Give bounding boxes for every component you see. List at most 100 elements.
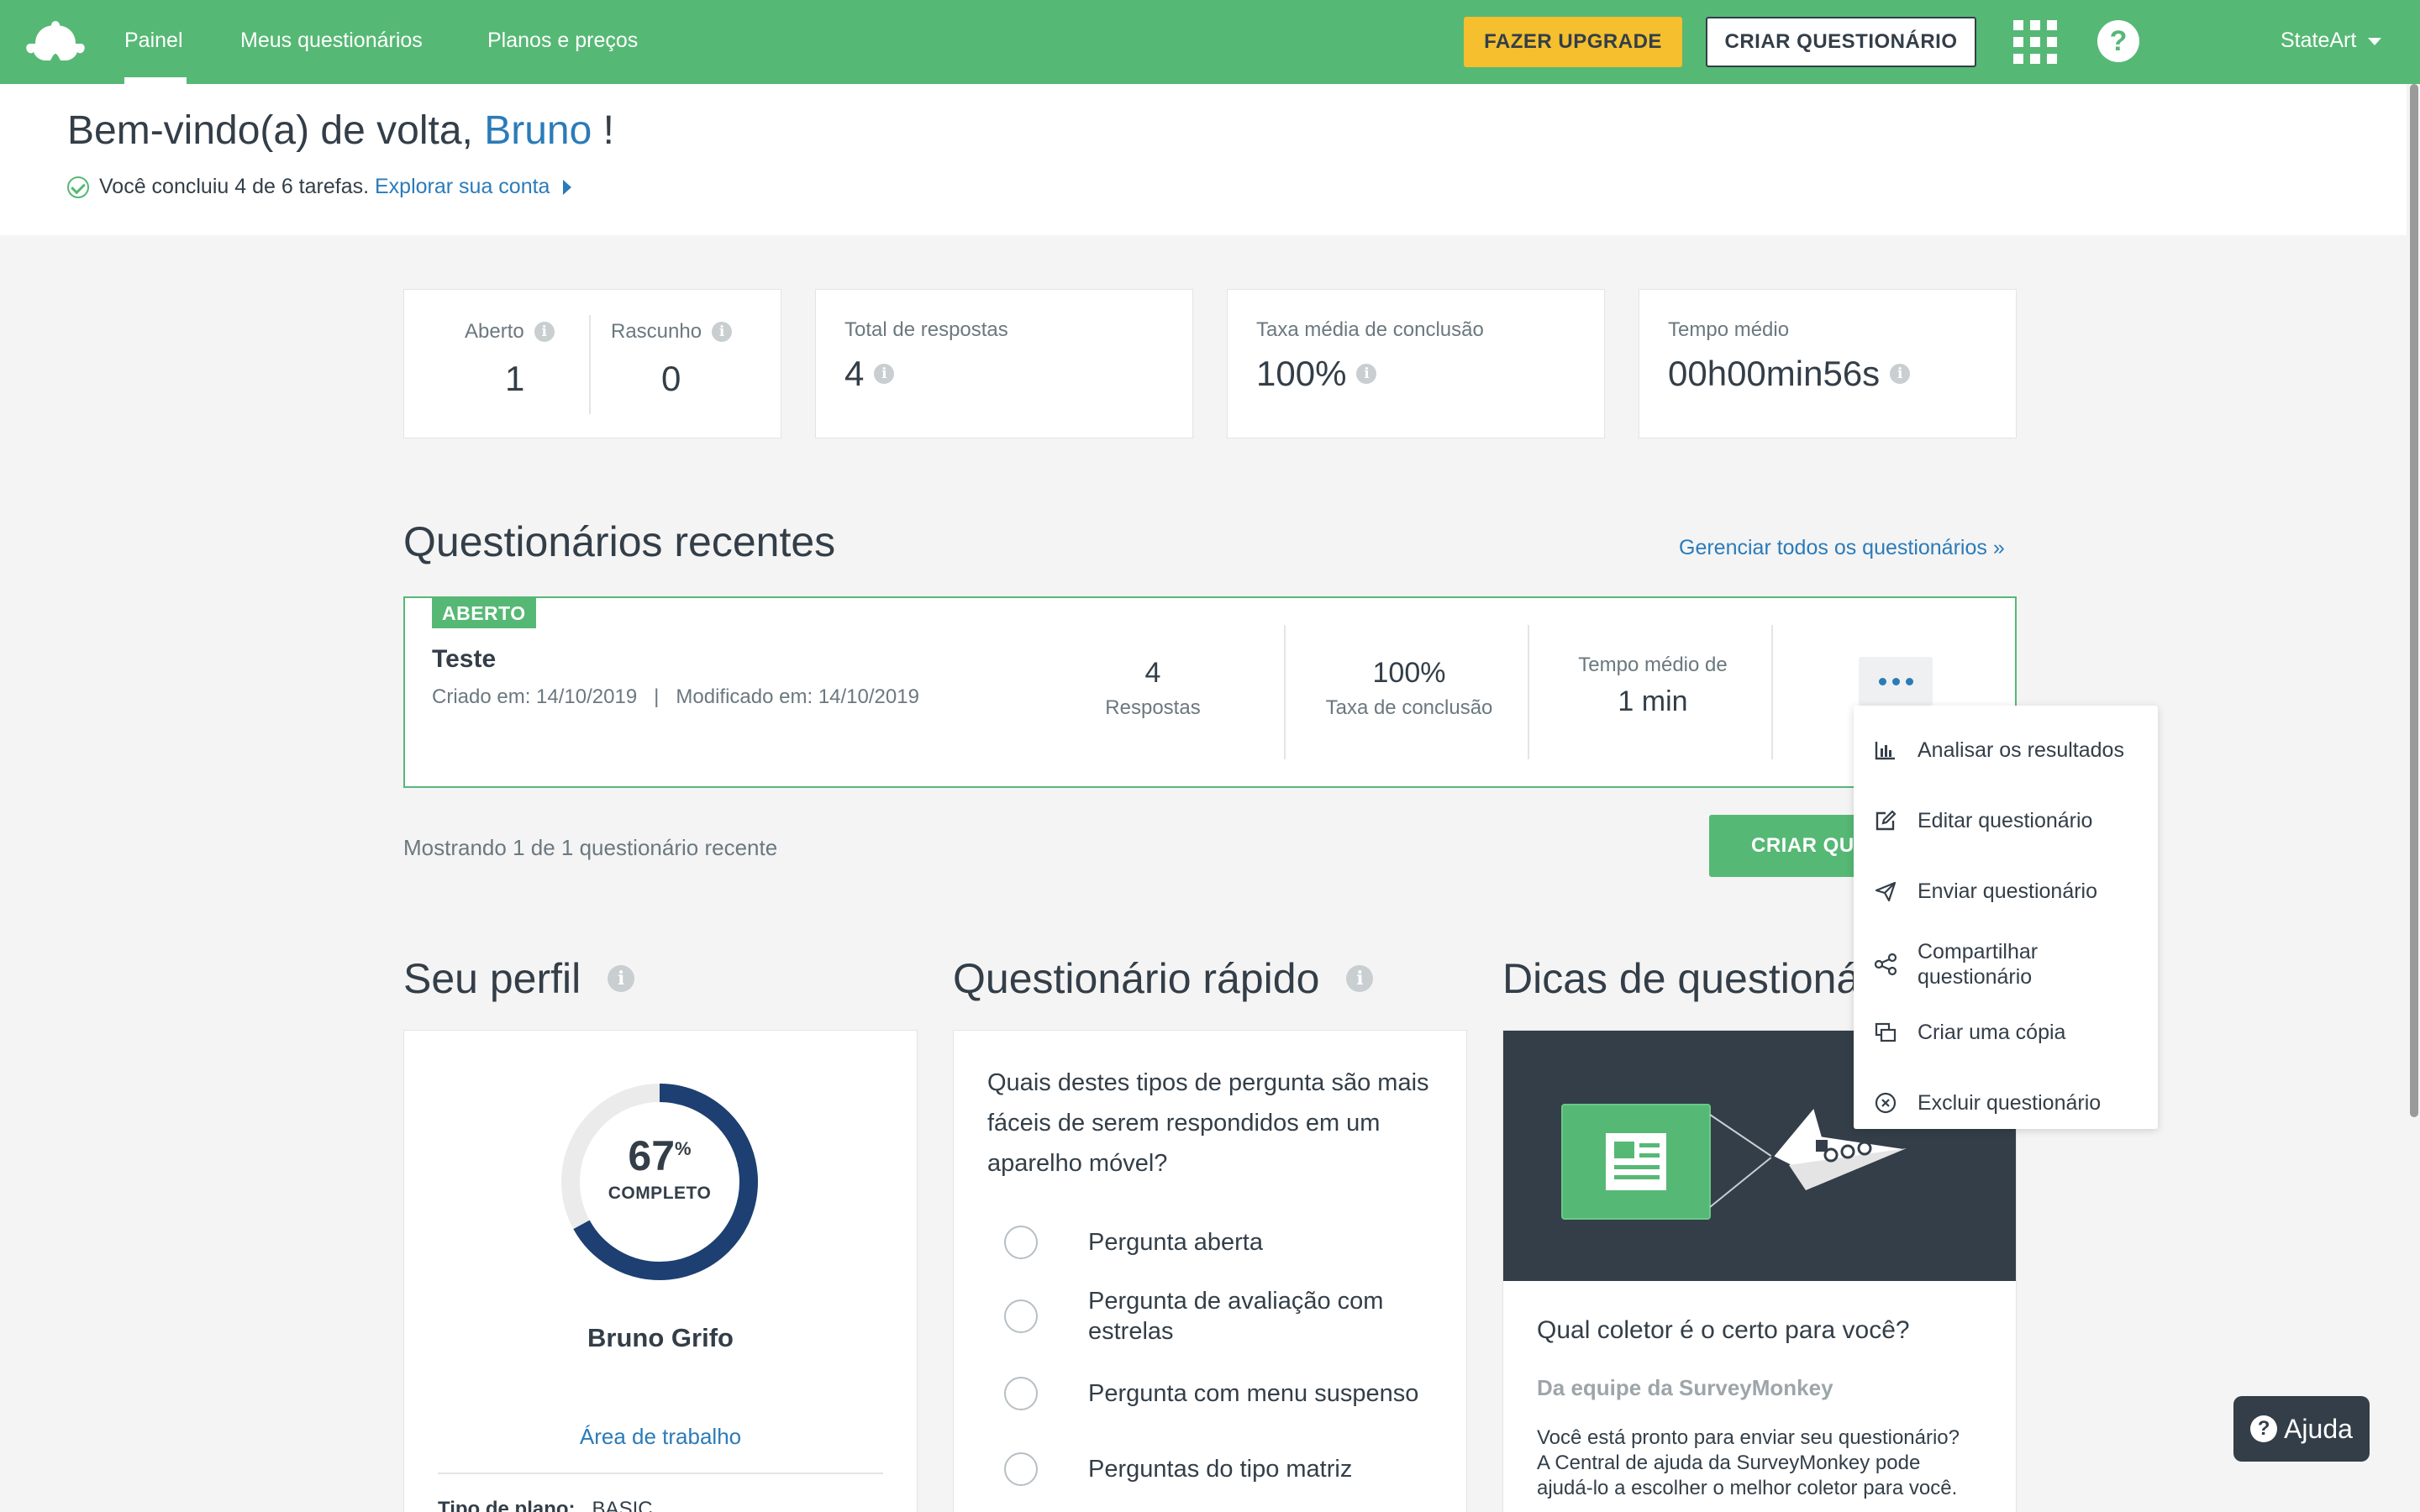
quick-survey-option[interactable]: Perguntas do tipo matriz xyxy=(1004,1452,1441,1486)
divider xyxy=(438,1473,883,1474)
draft-value: 0 xyxy=(661,359,681,398)
profile-name: Bruno Grifo xyxy=(587,1323,734,1352)
average-time-label: Tempo médio xyxy=(1668,318,1790,341)
profile-section-title: Seu perfil i xyxy=(403,954,635,1003)
surveymonkey-logo-icon[interactable] xyxy=(24,18,87,66)
tip-body: Você está pronto para enviar seu questio… xyxy=(1537,1426,1960,1499)
page-scrollbar[interactable] xyxy=(2407,84,2420,1512)
welcome-greeting: Bem-vindo(a) de volta, xyxy=(67,108,473,153)
manage-all-surveys-link[interactable]: Gerenciar todos os questionários » xyxy=(1679,536,2005,560)
tasks-text: Você concluiu 4 de 6 tarefas. xyxy=(99,175,370,198)
info-icon[interactable]: i xyxy=(712,322,733,342)
question-icon: ? xyxy=(2250,1415,2278,1442)
status-badge: ABERTO xyxy=(432,598,536,628)
info-icon[interactable]: i xyxy=(1890,364,1911,384)
average-time-value: 00h00min56s i xyxy=(1668,354,1911,394)
plan-value: BASIC xyxy=(592,1498,653,1512)
tasks-progress: Você concluiu 4 de 6 tarefas. Explorar s… xyxy=(67,175,572,199)
survey-responses: 4 Respostas xyxy=(1105,657,1201,719)
quick-survey-option[interactable]: Pergunta com menu suspenso xyxy=(1004,1377,1441,1410)
plan-label: Tipo de plano: xyxy=(438,1498,576,1512)
created-date: Criado em: 14/10/2019 xyxy=(432,685,638,708)
date-separator: | xyxy=(654,685,660,708)
completion-rate-card: Taxa média de conclusão 100% i xyxy=(1227,289,1605,438)
survey-completion-rate: 100% Taxa de conclusão xyxy=(1325,657,1493,719)
user-name: StateArt xyxy=(2281,29,2357,52)
copy-icon xyxy=(1875,1022,1897,1042)
upgrade-button[interactable]: FAZER UPGRADE xyxy=(1464,17,1682,67)
tip-author: Da equipe da SurveyMonkey xyxy=(1537,1375,1833,1400)
total-responses-value: 4i xyxy=(844,354,895,394)
send-icon xyxy=(1875,881,1897,902)
info-icon[interactable]: i xyxy=(534,322,555,342)
menu-item-delete-survey[interactable]: Excluir questionário xyxy=(1874,1090,2143,1116)
survey-dates: Criado em: 14/10/2019 | Modificado em: 14/… xyxy=(432,685,919,709)
menu-item-copy-survey[interactable]: Criar uma cópia xyxy=(1874,1020,2143,1045)
welcome-banner: Bem-vindo(a) de volta, Bruno ! Você conc… xyxy=(0,84,2410,235)
modified-date: Modificado em: 14/10/2019 xyxy=(676,685,919,708)
workspace-link[interactable]: Área de trabalho xyxy=(404,1424,917,1450)
divider xyxy=(1284,625,1286,759)
delete-icon xyxy=(1875,1092,1897,1114)
total-responses-label: Total de respostas xyxy=(844,318,1008,341)
help-label: Ajuda xyxy=(2284,1413,2353,1444)
radio-button[interactable] xyxy=(1004,1226,1038,1259)
welcome-exclaim: ! xyxy=(602,108,615,153)
quick-survey-question: Quais destes tipos de pergunta são mais … xyxy=(987,1069,1429,1177)
nav-painel[interactable]: Painel xyxy=(124,29,183,53)
profile-panel: 67% COMPLETO Bruno Grifo Área de trabalh… xyxy=(403,1030,918,1512)
percent-sign: % xyxy=(675,1138,692,1159)
quick-survey-section-title: Questionário rápido i xyxy=(953,954,1374,1003)
completion-rate-value: 100% i xyxy=(1256,354,1377,394)
explore-account-link[interactable]: Explorar sua conta xyxy=(375,175,550,199)
create-survey-top-button[interactable]: CRIAR QUESTIONÁRIO xyxy=(1706,17,1976,67)
user-menu[interactable]: StateArt xyxy=(2281,29,2382,53)
draft-label: Rascunho i xyxy=(611,320,733,344)
menu-item-share-survey[interactable]: Compartilhar questionário xyxy=(1874,939,2143,990)
info-icon[interactable]: i xyxy=(608,965,635,992)
caret-right-icon[interactable] xyxy=(563,179,572,195)
tip-article-title[interactable]: Qual coletor é o certo para você? xyxy=(1537,1316,1910,1345)
quick-survey-option[interactable]: Pergunta de avaliação com estrelas xyxy=(1004,1286,1441,1347)
menu-item-analyze-results[interactable]: Analisar os resultados xyxy=(1874,738,2143,763)
top-navbar: Painel Meus questionários Planos e preço… xyxy=(0,0,2420,84)
open-draft-card: Aberto i 1 Rascunho i 0 xyxy=(403,289,781,438)
completion-rate-label: Taxa média de conclusão xyxy=(1256,318,1484,341)
welcome-user-name: Bruno xyxy=(484,108,592,153)
menu-item-send-survey[interactable]: Enviar questionário xyxy=(1874,879,2143,904)
help-icon[interactable]: ? xyxy=(2097,20,2139,62)
info-icon[interactable]: i xyxy=(1346,965,1374,992)
survey-card[interactable]: ABERTO Teste Criado em: 14/10/2019 | Modif… xyxy=(403,596,2017,788)
radio-button[interactable] xyxy=(1004,1299,1038,1333)
profile-percent: 67 xyxy=(628,1132,676,1179)
more-options-icon[interactable] xyxy=(1859,657,1933,706)
quick-survey-option[interactable]: Pergunta aberta xyxy=(1004,1226,1441,1259)
open-label: Aberto i xyxy=(465,320,555,344)
nav-planos-precos[interactable]: Planos e preços xyxy=(487,29,638,53)
bar-chart-icon xyxy=(1875,742,1895,760)
survey-actions-menu: Analisar os resultados Editar questionár… xyxy=(1854,706,2158,1129)
total-responses-card: Total de respostas 4i xyxy=(815,289,1193,438)
check-circle-icon xyxy=(67,176,89,198)
help-floating-button[interactable]: ? Ajuda xyxy=(2233,1396,2370,1462)
divider xyxy=(1771,625,1773,759)
info-icon[interactable]: i xyxy=(874,364,895,384)
profile-completion-text: 67% COMPLETO xyxy=(559,1131,760,1204)
survey-average-time: Tempo médio de 1 min xyxy=(1578,654,1728,717)
complete-label: COMPLETO xyxy=(608,1184,712,1203)
showing-count: Mostrando 1 de 1 questionário recente xyxy=(403,835,778,860)
nav-meus-questionarios[interactable]: Meus questionários xyxy=(240,29,423,53)
recent-surveys-title: Questionários recentes xyxy=(403,518,836,565)
divider xyxy=(589,315,591,414)
radio-button[interactable] xyxy=(1004,1377,1038,1410)
quick-survey-panel: Quais destes tipos de pergunta são mais … xyxy=(953,1030,1467,1512)
divider xyxy=(1528,625,1529,759)
menu-item-edit-survey[interactable]: Editar questionário xyxy=(1874,808,2143,833)
radio-button[interactable] xyxy=(1004,1452,1038,1486)
open-value: 1 xyxy=(505,359,525,398)
info-icon[interactable]: i xyxy=(1356,364,1377,384)
survey-title[interactable]: Teste xyxy=(432,645,496,674)
scrollbar-thumb[interactable] xyxy=(2410,84,2418,1117)
chevron-down-icon xyxy=(2368,37,2382,45)
apps-grid-icon[interactable] xyxy=(2013,20,2057,64)
